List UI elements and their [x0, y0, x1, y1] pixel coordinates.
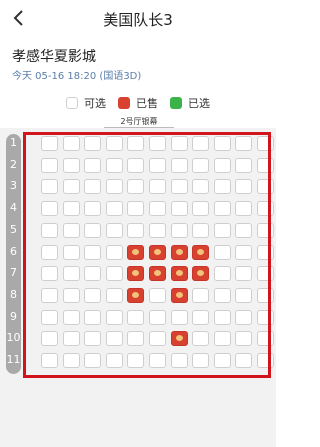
top-bar: 美国队长3 — [0, 0, 276, 36]
row-number: 7 — [10, 266, 17, 280]
row-number: 5 — [10, 222, 17, 236]
seat-area-highlight — [23, 132, 271, 378]
available-seat-icon — [66, 97, 78, 109]
legend-sold: 已售 — [118, 95, 158, 111]
page-title: 美国队长3 — [103, 11, 173, 29]
legend-selected: 已选 — [170, 95, 210, 111]
row-number: 3 — [10, 179, 17, 193]
legend-selected-label: 已选 — [188, 97, 210, 110]
legend-available: 可选 — [66, 95, 106, 111]
row-number: 4 — [10, 201, 17, 215]
selected-seat-icon — [170, 97, 182, 109]
row-number: 1 — [10, 136, 17, 149]
row-number: 2 — [10, 157, 17, 171]
cinema-name: 孝感华夏影城 — [12, 49, 96, 65]
legend-sold-label: 已售 — [136, 97, 158, 110]
row-number: 8 — [10, 287, 17, 301]
sold-seat-icon — [118, 97, 130, 109]
row-number: 6 — [10, 244, 17, 258]
legend-available-label: 可选 — [84, 97, 106, 110]
row-number: 10 — [6, 331, 21, 345]
row-number-column: 1 2 3 4 5 6 7 8 9 10 11 — [6, 134, 21, 374]
screen-label: 2号厅银幕 — [104, 116, 174, 128]
row-number: 11 — [6, 353, 21, 366]
seat-legend: 可选 已售 已选 — [0, 92, 276, 114]
row-number: 9 — [10, 309, 17, 323]
showtime: 今天 05-16 18:20 (国语3D) — [12, 71, 142, 82]
